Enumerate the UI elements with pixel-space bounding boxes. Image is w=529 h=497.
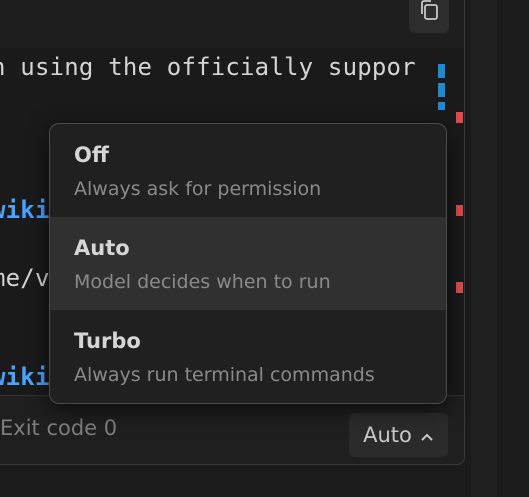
card-header bbox=[0, 0, 464, 49]
code-line-link[interactable]: wiki bbox=[0, 363, 50, 391]
option-description: Always run terminal commands bbox=[74, 364, 375, 386]
option-description: Always ask for permission bbox=[74, 178, 322, 200]
run-mode-label: Auto bbox=[363, 423, 412, 447]
scroll-marker-error bbox=[456, 205, 463, 216]
scroll-marker bbox=[438, 102, 445, 110]
scroll-marker bbox=[438, 64, 445, 78]
copy-icon bbox=[418, 0, 440, 26]
option-title: Turbo bbox=[74, 329, 141, 353]
option-title: Off bbox=[74, 143, 109, 167]
option-auto[interactable]: Auto Model decides when to run bbox=[50, 217, 446, 310]
chevron-up-icon bbox=[420, 423, 434, 447]
run-mode-button[interactable]: Auto bbox=[349, 413, 448, 457]
run-mode-dropdown: Off Always ask for permission Auto Model… bbox=[49, 123, 447, 404]
scroll-marker bbox=[438, 83, 445, 97]
code-line-link[interactable]: wiki bbox=[0, 196, 50, 224]
code-line: n using the officially suppor bbox=[0, 53, 416, 81]
scroll-marker-error bbox=[456, 282, 463, 293]
option-description: Model decides when to run bbox=[74, 271, 331, 293]
option-off[interactable]: Off Always ask for permission bbox=[50, 124, 446, 217]
editor-scrollbar[interactable] bbox=[471, 0, 497, 497]
option-title: Auto bbox=[74, 236, 130, 260]
code-line: me/v bbox=[0, 264, 50, 292]
scroll-marker-error bbox=[456, 112, 463, 123]
copy-button[interactable] bbox=[409, 0, 449, 33]
right-pane bbox=[497, 0, 529, 497]
exit-code-text: Exit code 0 bbox=[0, 416, 118, 440]
option-turbo[interactable]: Turbo Always run terminal commands bbox=[50, 310, 446, 403]
